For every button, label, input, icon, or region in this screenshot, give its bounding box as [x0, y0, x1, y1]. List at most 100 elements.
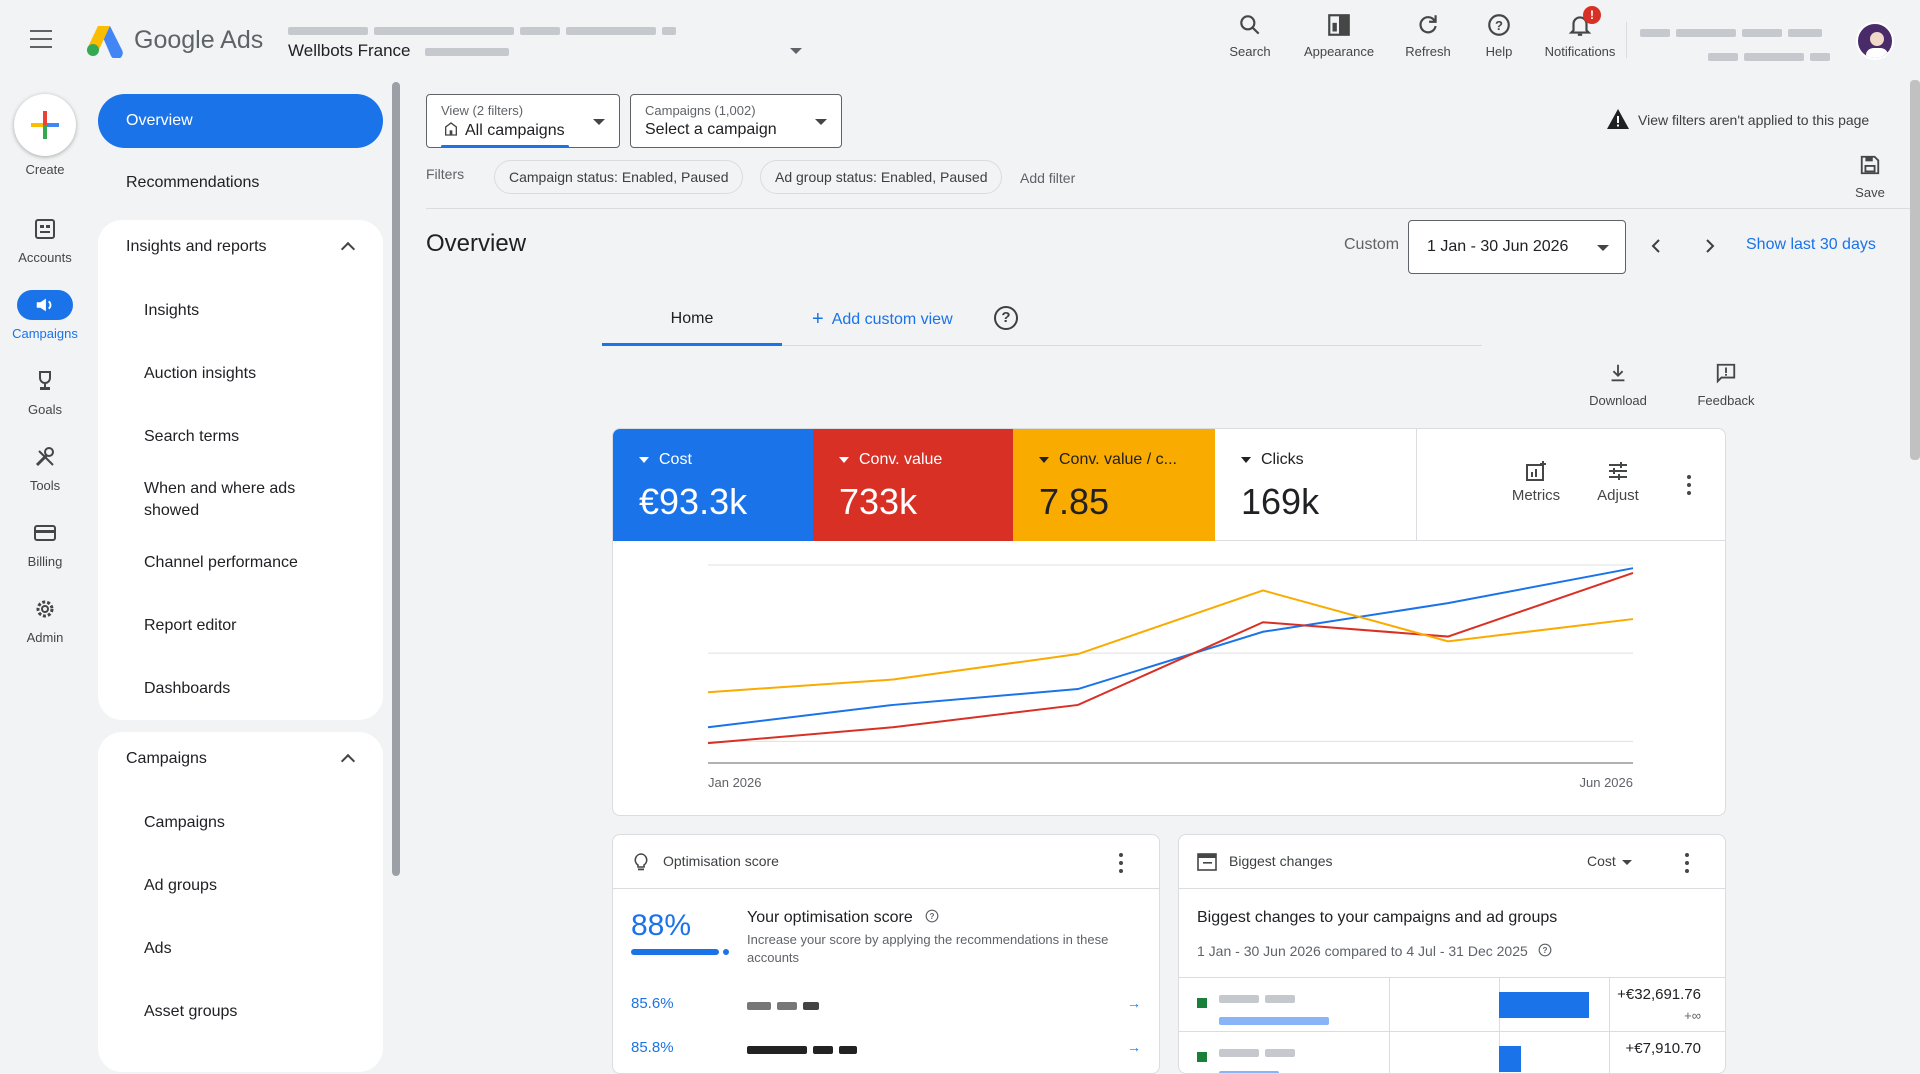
series-line-conv-value[interactable] [707, 572, 1634, 745]
search-button[interactable]: Search [1210, 10, 1290, 59]
account-name-redacted [747, 997, 825, 1015]
metric-tile-conv-value[interactable]: Conv. value 733k [813, 429, 1013, 541]
series-line-conv-value-conv-[interactable] [707, 589, 1634, 694]
adjust-label: Adjust [1597, 487, 1639, 504]
more-options-icon[interactable] [1119, 853, 1123, 877]
chevron-left-icon[interactable] [1648, 238, 1664, 254]
optimisation-score-description: Increase your score by applying the reco… [747, 932, 1109, 965]
nav-item-ad-groups[interactable]: Ad groups [144, 875, 344, 897]
nav-item-search-terms[interactable]: Search terms [144, 426, 344, 448]
filters-label: Filters [426, 166, 465, 182]
filter-chip-campaign-status[interactable]: Campaign status: Enabled, Paused [494, 160, 744, 194]
metric-name-conv-value-per-cost: Conv. value / c... [1039, 451, 1177, 469]
change-bar [1499, 992, 1589, 1018]
nav-item-report-editor[interactable]: Report editor [144, 615, 344, 637]
rail-item-accounts[interactable]: Accounts [0, 214, 90, 265]
account-switcher-caret-icon[interactable] [790, 48, 802, 54]
show-last-30-days-link[interactable]: Show last 30 days [1746, 236, 1876, 254]
performance-chart-card: Cost €93.3k Conv. value 733k Conv. value… [612, 428, 1726, 816]
add-filter-button[interactable]: Add filter [1020, 170, 1075, 186]
appearance-button[interactable]: Appearance [1290, 10, 1388, 59]
nav-item-when-where[interactable]: When and where ads showed [144, 478, 344, 522]
nav-item-channel-performance[interactable]: Channel performance [144, 552, 344, 574]
campaign-filter-dropdown[interactable]: Campaigns (1,002) Select a campaign [630, 94, 842, 148]
chevron-up-icon[interactable] [340, 753, 356, 769]
metric-name-cost: Cost [639, 451, 692, 469]
nav-group-campaigns-title[interactable]: Campaigns [126, 750, 207, 768]
account-name[interactable]: Wellbots France [288, 41, 515, 61]
chevron-right-icon[interactable] [1702, 238, 1718, 254]
arrow-right-icon[interactable]: → [1127, 995, 1141, 1011]
chevron-down-icon [593, 119, 605, 125]
nav-item-ads[interactable]: Ads [144, 938, 344, 960]
campaigns-icon [17, 290, 73, 320]
campaign-filter-label: Campaigns (1,002) [645, 103, 756, 118]
page-title: Overview [426, 230, 527, 257]
download-button[interactable]: Download [1578, 362, 1658, 408]
more-options-icon[interactable] [1685, 853, 1689, 877]
help-icon[interactable]: ? [925, 909, 939, 923]
metric-name-conv-value: Conv. value [839, 451, 942, 469]
tab-home[interactable]: Home [602, 294, 782, 346]
view-filter-dropdown[interactable]: View (2 filters) All campaigns [426, 94, 620, 148]
nav-item-asset-groups[interactable]: Asset groups [144, 1001, 344, 1023]
create-button[interactable] [14, 94, 76, 156]
nav-item-dashboards[interactable]: Dashboards [144, 678, 344, 700]
help-icon[interactable]: ? [994, 306, 1018, 330]
filter-chip-ad-group-status[interactable]: Ad group status: Enabled, Paused [760, 160, 1003, 194]
chevron-up-icon[interactable] [340, 241, 356, 257]
account-name-redacted [747, 1041, 863, 1059]
help-icon[interactable]: ? [1538, 943, 1552, 957]
add-chart-icon [1526, 461, 1546, 481]
metrics-button[interactable]: Metrics [1501, 459, 1571, 504]
nav-group-insights-title[interactable]: Insights and reports [126, 238, 267, 256]
menu-icon[interactable] [30, 30, 58, 50]
adjust-button[interactable]: Adjust [1583, 459, 1653, 504]
add-custom-view-button[interactable]: + Add custom view [812, 308, 953, 331]
rail-item-tools[interactable]: Tools [0, 442, 90, 493]
metric-tile-conv-value-per-cost[interactable]: Conv. value / c... 7.85 [1013, 429, 1215, 541]
metric-tile-clicks[interactable]: Clicks 169k [1215, 429, 1417, 541]
metric-dropdown[interactable]: Cost [1587, 853, 1632, 869]
save-icon [1860, 155, 1880, 175]
nav-item-campaigns[interactable]: Campaigns [144, 812, 344, 834]
rail-item-billing[interactable]: Billing [0, 518, 90, 569]
optimisation-score-title: Optimisation score [663, 853, 779, 869]
warning-icon [1607, 109, 1629, 129]
page-scrollbar[interactable] [1910, 80, 1920, 460]
divider [426, 208, 1910, 209]
avatar[interactable] [1856, 22, 1894, 60]
refresh-button[interactable]: Refresh [1388, 10, 1468, 59]
top-divider [1626, 22, 1627, 58]
filter-warning: View filters aren't applied to this page [1606, 108, 1869, 130]
feedback-button[interactable]: Feedback [1686, 362, 1766, 408]
rail-item-goals[interactable]: Goals [0, 366, 90, 417]
view-filter-value: All campaigns [443, 121, 565, 140]
arrow-right-icon[interactable]: → [1127, 1039, 1141, 1055]
rail-label-tools: Tools [29, 478, 61, 493]
save-button[interactable]: Save [1842, 154, 1898, 200]
sidenav-scrollbar[interactable] [392, 82, 400, 876]
nav-item-insights[interactable]: Insights [144, 300, 344, 322]
biggest-change-row[interactable]: +€32,691.76 +∞ [1179, 977, 1725, 1032]
rail-item-campaigns[interactable]: Campaigns [0, 290, 90, 341]
metric-tile-cost[interactable]: Cost €93.3k [613, 429, 813, 541]
nav-item-auction-insights[interactable]: Auction insights [144, 363, 344, 385]
rail-item-admin[interactable]: Admin [0, 594, 90, 645]
date-range-dropdown[interactable]: 1 Jan - 30 Jun 2026 [1408, 220, 1626, 274]
account-score-1[interactable]: 85.6% [631, 995, 674, 1012]
help-button[interactable]: ? Help [1468, 10, 1530, 59]
notifications-button[interactable]: ! Notifications [1530, 6, 1630, 59]
nav-recommendations[interactable]: Recommendations [126, 174, 259, 192]
nav-overview[interactable]: Overview [98, 94, 383, 148]
user-info-redacted[interactable] [1640, 24, 1836, 66]
more-options-icon[interactable] [1687, 475, 1691, 499]
account-score-2[interactable]: 85.8% [631, 1039, 674, 1056]
metric-value-clicks: 169k [1241, 481, 1320, 522]
x-tick-label: Jan 2026 [708, 775, 762, 790]
building-icon [445, 122, 457, 136]
series-line-cost[interactable] [707, 567, 1634, 729]
biggest-change-row[interactable]: +€7,910.70 [1179, 1031, 1725, 1073]
chevron-down-icon [1597, 245, 1609, 251]
date-range-value: 1 Jan - 30 Jun 2026 [1427, 238, 1569, 255]
